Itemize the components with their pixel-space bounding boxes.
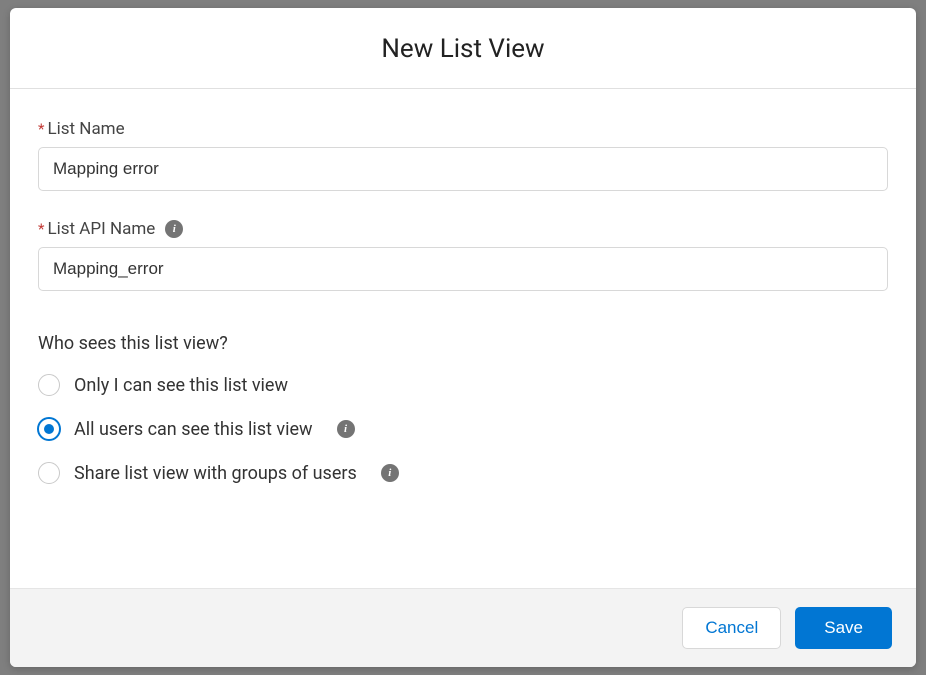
new-list-view-modal: New List View * List Name * List API Nam… (10, 8, 916, 667)
visibility-radio-group: Only I can see this list view All users … (38, 374, 888, 484)
list-name-label: * List Name (38, 119, 888, 139)
list-api-name-field-group: * List API Name i (38, 219, 888, 291)
list-api-name-label-text: List API Name (47, 219, 155, 239)
save-button[interactable]: Save (795, 607, 892, 649)
list-name-field-group: * List Name (38, 119, 888, 191)
list-api-name-label: * List API Name i (38, 219, 888, 239)
radio-option-all-users[interactable]: All users can see this list view i (38, 418, 888, 440)
radio-dot-icon (44, 424, 54, 434)
radio-label: Only I can see this list view (74, 375, 288, 396)
radio-option-only-me[interactable]: Only I can see this list view (38, 374, 888, 396)
cancel-button[interactable]: Cancel (682, 607, 781, 649)
radio-label: All users can see this list view (74, 419, 313, 440)
radio-label: Share list view with groups of users (74, 463, 357, 484)
required-mark-icon: * (38, 120, 44, 138)
list-name-input[interactable] (38, 147, 888, 191)
list-name-label-text: List Name (47, 119, 124, 139)
modal-header: New List View (10, 8, 916, 89)
modal-title: New List View (30, 34, 896, 64)
info-icon[interactable]: i (337, 420, 355, 438)
radio-option-share-groups[interactable]: Share list view with groups of users i (38, 462, 888, 484)
info-icon[interactable]: i (165, 220, 183, 238)
radio-button[interactable] (38, 374, 60, 396)
modal-footer: Cancel Save (10, 588, 916, 667)
modal-body: * List Name * List API Name i Who sees t… (10, 89, 916, 588)
list-api-name-input[interactable] (38, 247, 888, 291)
info-icon[interactable]: i (381, 464, 399, 482)
required-mark-icon: * (38, 220, 44, 238)
radio-button[interactable] (38, 462, 60, 484)
radio-button[interactable] (38, 418, 60, 440)
visibility-heading: Who sees this list view? (38, 333, 888, 354)
